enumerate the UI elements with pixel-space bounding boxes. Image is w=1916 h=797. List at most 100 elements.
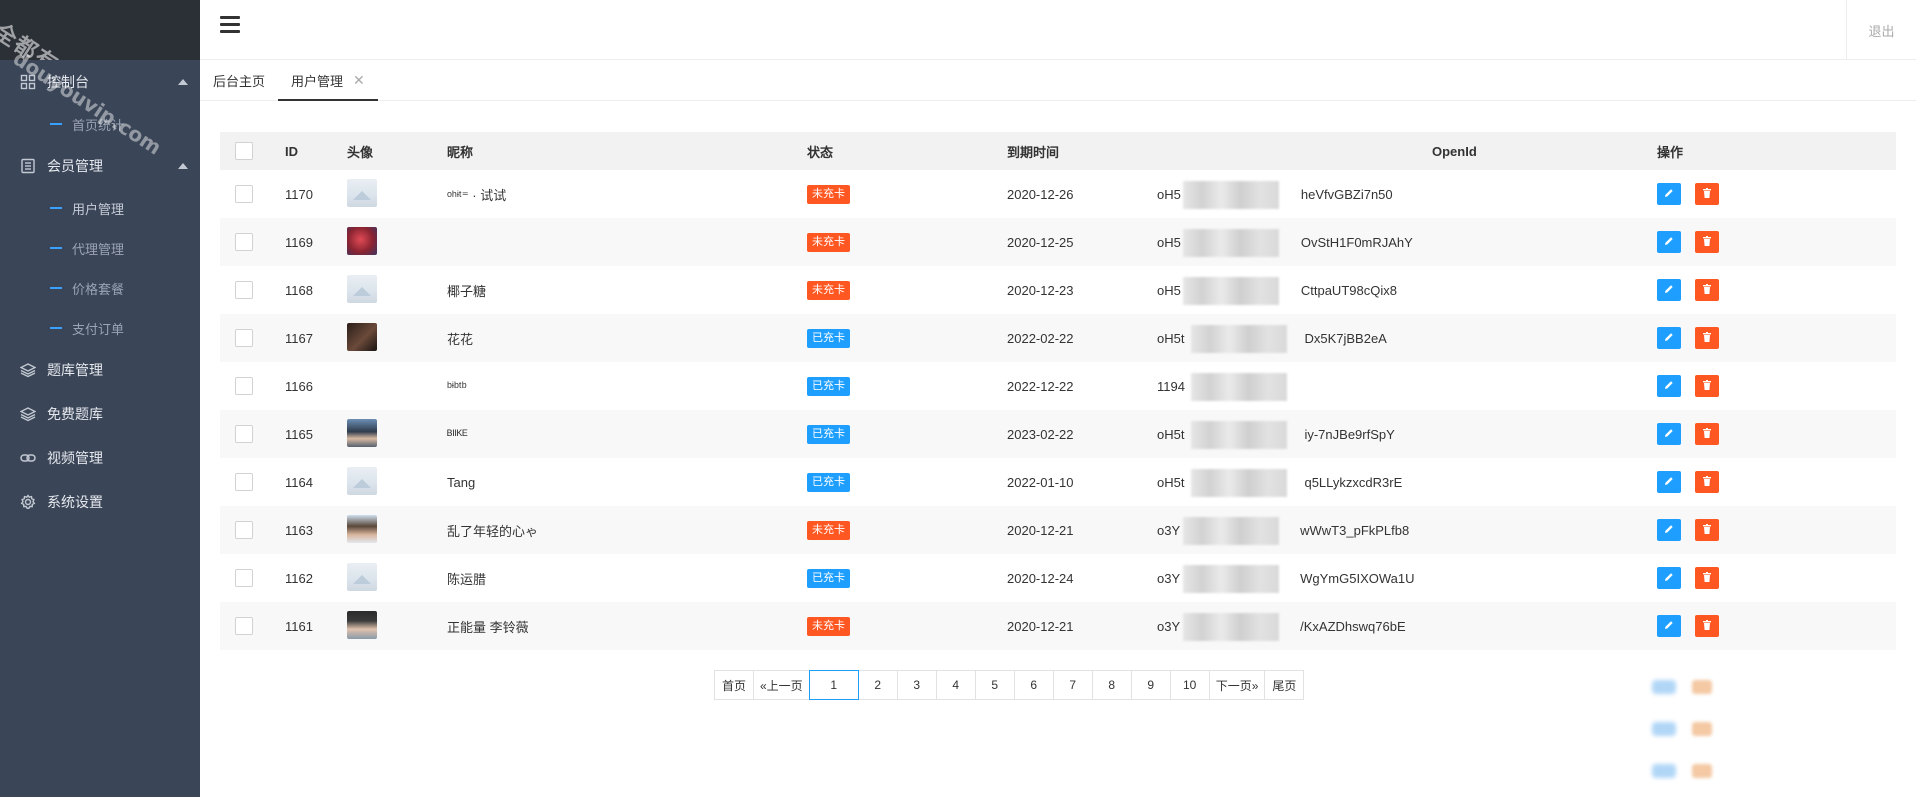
- col-header-status: 状态: [807, 144, 834, 160]
- row-checkbox[interactable]: [235, 569, 253, 587]
- table-row[interactable]: 1163 乱了年轻的心ゃ 未充卡 2020-12-21 o3Y wWwT3_pFkPLfb…: [220, 506, 1896, 554]
- page-number-button[interactable]: 7: [1052, 670, 1093, 700]
- openid-end: CttpaUT98cQix8: [1300, 282, 1397, 298]
- page-number-button[interactable]: 5: [974, 670, 1015, 700]
- sidebar-subitem[interactable]: 用户管理: [0, 188, 200, 228]
- trash-icon: [1701, 523, 1713, 538]
- sidebar-item-5[interactable]: 系统设置: [0, 480, 200, 524]
- table-row[interactable]: 1169 未充卡 2020-12-25 oH5 OvStH1F0mRJAhY: [220, 218, 1896, 266]
- gear-icon: [20, 494, 36, 510]
- cell-id: 1170: [285, 186, 313, 202]
- page-number-button[interactable]: 3: [896, 670, 937, 700]
- page-number-button[interactable]: 8: [1091, 670, 1132, 700]
- pencil-icon: [1663, 379, 1675, 394]
- delete-button[interactable]: [1695, 279, 1719, 301]
- page-number-button[interactable]: 4: [935, 670, 976, 700]
- delete-button[interactable]: [1695, 615, 1719, 637]
- first-page-button[interactable]: 首页: [714, 670, 754, 700]
- page-number-button[interactable]: 1: [808, 670, 859, 700]
- row-checkbox[interactable]: [235, 521, 253, 539]
- row-checkbox[interactable]: [235, 377, 253, 395]
- tab-0[interactable]: 后台主页: [200, 61, 278, 100]
- table-row[interactable]: 1161 正能量 李铃薇 未充卡 2020-12-21 o3Y/KxAZDhswq76b…: [220, 602, 1896, 650]
- row-checkbox[interactable]: [235, 617, 253, 635]
- delete-button[interactable]: [1695, 519, 1719, 541]
- cell-openid: 1194: [1157, 372, 1287, 401]
- avatar: [347, 322, 377, 351]
- table-row[interactable]: 1170 ᵒʰᶤᵗ⁼ · 试试 未充卡 2020-12-26 oH5 heVfvGBZi7…: [220, 170, 1896, 218]
- cell-openid: oH5t Dx5K7jBB2eA: [1157, 324, 1387, 353]
- delete-button[interactable]: [1695, 231, 1719, 253]
- row-checkbox[interactable]: [235, 185, 253, 203]
- sidebar-subitem[interactable]: 价格套餐: [0, 268, 200, 308]
- menu-toggle-icon[interactable]: [220, 16, 240, 36]
- sidebar-subitem[interactable]: 代理管理: [0, 228, 200, 268]
- row-checkbox[interactable]: [235, 233, 253, 251]
- edit-button[interactable]: [1657, 615, 1681, 637]
- status-badge: 已充卡: [807, 424, 850, 444]
- page-number-button[interactable]: 9: [1130, 670, 1171, 700]
- edit-button[interactable]: [1657, 471, 1681, 493]
- trash-icon: [1701, 283, 1713, 298]
- tab-1[interactable]: 用户管理 ✕: [278, 61, 378, 101]
- delete-button[interactable]: [1695, 183, 1719, 205]
- sidebar-item-label: 题库管理: [47, 362, 103, 378]
- cell-id: 1169: [285, 234, 313, 250]
- cell-expire: 2020-12-26: [1007, 186, 1074, 202]
- logout-button[interactable]: 退出: [1846, 0, 1916, 60]
- cell-id: 1163: [285, 522, 313, 538]
- table-row[interactable]: 1162 陈运腊 已充卡 2020-12-24 o3Y WgYmG5IXOWa1U: [220, 554, 1896, 602]
- cell-expire: 2020-12-24: [1007, 570, 1074, 586]
- edit-button[interactable]: [1657, 519, 1681, 541]
- cell-id: 1164: [285, 474, 313, 490]
- row-checkbox[interactable]: [235, 281, 253, 299]
- page-number-button[interactable]: 2: [857, 670, 898, 700]
- edit-button[interactable]: [1657, 327, 1681, 349]
- page-number-button[interactable]: 6: [1013, 670, 1054, 700]
- table-row[interactable]: 1166 ᵇᶤᵇᵗᵇ 已充卡 2022-12-22 1194: [220, 362, 1896, 410]
- chevron-up-icon: [178, 163, 188, 169]
- delete-button[interactable]: [1695, 423, 1719, 445]
- status-badge: 已充卡: [807, 328, 850, 348]
- delete-button[interactable]: [1695, 471, 1719, 493]
- cell-expire: 2022-01-10: [1007, 474, 1074, 490]
- edit-button[interactable]: [1657, 423, 1681, 445]
- sidebar-item-3[interactable]: 免费题库: [0, 392, 200, 436]
- link-icon: [20, 450, 36, 466]
- table-row[interactable]: 1164 Tang 已充卡 2022-01-10 oH5t q5LLykzxcdR3rE: [220, 458, 1896, 506]
- row-checkbox[interactable]: [235, 473, 253, 491]
- edit-button[interactable]: [1657, 183, 1681, 205]
- edit-button[interactable]: [1657, 375, 1681, 397]
- edit-button[interactable]: [1657, 567, 1681, 589]
- last-page-button[interactable]: 尾页: [1264, 670, 1305, 700]
- delete-button[interactable]: [1695, 327, 1719, 349]
- edit-button[interactable]: [1657, 231, 1681, 253]
- cell-nickname: ᵇᶤᵇᵗᵇ: [447, 378, 467, 394]
- pagination: 首页 «上一页 1 2 3 4 5 6 7 8 9 10 下一页» 尾页: [714, 670, 1305, 700]
- cell-id: 1161: [285, 618, 313, 634]
- row-checkbox[interactable]: [235, 425, 253, 443]
- delete-button[interactable]: [1695, 567, 1719, 589]
- status-badge: 未充卡: [807, 184, 850, 204]
- select-all-checkbox[interactable]: [235, 142, 253, 160]
- sidebar-item-2[interactable]: 题库管理: [0, 348, 200, 392]
- sidebar-item-4[interactable]: 视频管理: [0, 436, 200, 480]
- table-row[interactable]: 1168 椰子糖 未充卡 2020-12-23 oH5 CttpaUT98cQix8: [220, 266, 1896, 314]
- cell-nickname: [447, 218, 807, 266]
- delete-button[interactable]: [1695, 375, 1719, 397]
- sidebar-subitem[interactable]: 支付订单: [0, 308, 200, 348]
- close-icon[interactable]: ✕: [353, 72, 365, 89]
- table-row[interactable]: 1165 ᴮᴵᴵᴷᴱ 已充卡 2023-02-22 oH5t iy-7nJBe9rfSpY: [220, 410, 1896, 458]
- row-checkbox[interactable]: [235, 329, 253, 347]
- cell-nickname: ᵒʰᶤᵗ⁼ · 试试: [447, 187, 507, 203]
- next-page-button[interactable]: 下一页»: [1208, 670, 1266, 700]
- cell-expire: 2020-12-21: [1007, 522, 1074, 538]
- page-number-button[interactable]: 10: [1169, 670, 1210, 700]
- prev-page-button[interactable]: «上一页: [753, 670, 810, 700]
- openid-start: oH5t: [1157, 330, 1185, 346]
- edit-button[interactable]: [1657, 279, 1681, 301]
- sidebar-item-1[interactable]: 会员管理: [0, 144, 200, 188]
- trash-icon: [1701, 331, 1713, 346]
- col-header-id: ID: [285, 143, 298, 159]
- table-row[interactable]: 1167 花花 已充卡 2022-02-22 oH5t Dx5K7jBB2eA: [220, 314, 1896, 362]
